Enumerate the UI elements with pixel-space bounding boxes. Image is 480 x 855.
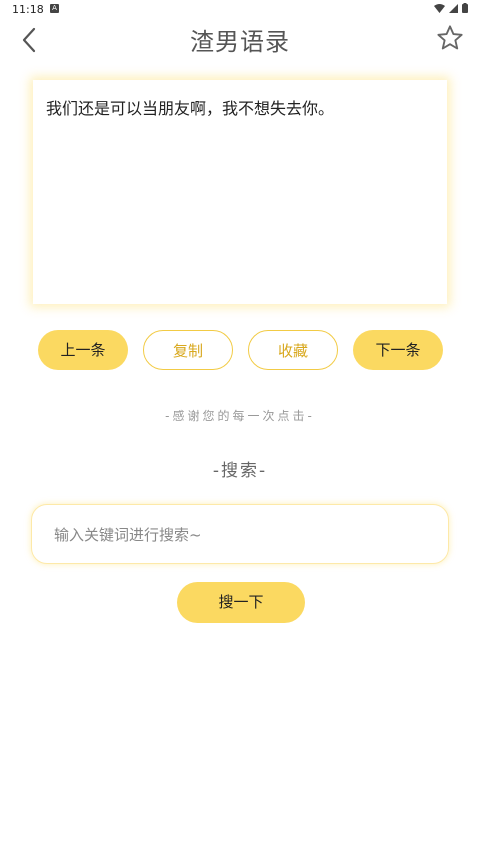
status-icons — [434, 3, 468, 13]
search-section-title: -搜索- — [212, 461, 268, 481]
copy-button[interactable]: 复制 — [143, 330, 233, 370]
top-bar: 渣男语录 — [0, 20, 480, 60]
search-button[interactable]: 搜一下 — [177, 582, 305, 623]
favorite-button[interactable]: 收藏 — [248, 330, 338, 370]
next-button[interactable]: 下一条 — [353, 330, 443, 370]
thanks-text: -感谢您的每一次点击- — [165, 409, 315, 423]
favorite-star-button[interactable] — [436, 24, 464, 52]
wifi-icon — [434, 3, 445, 13]
star-icon — [437, 25, 463, 50]
search-box — [31, 504, 449, 565]
prev-button[interactable]: 上一条 — [38, 330, 128, 370]
status-bar: 11:18 A — [0, 0, 480, 20]
page-title: 渣男语录 — [190, 28, 290, 56]
battery-icon — [462, 3, 468, 13]
status-time: 11:18 — [12, 3, 44, 16]
status-notification-icon: A — [50, 4, 59, 13]
quote-card: 我们还是可以当朋友啊，我不想失去你。 — [33, 80, 447, 304]
quote-text: 我们还是可以当朋友啊，我不想失去你。 — [46, 99, 335, 118]
search-input[interactable] — [52, 505, 426, 565]
signal-icon — [449, 3, 458, 13]
